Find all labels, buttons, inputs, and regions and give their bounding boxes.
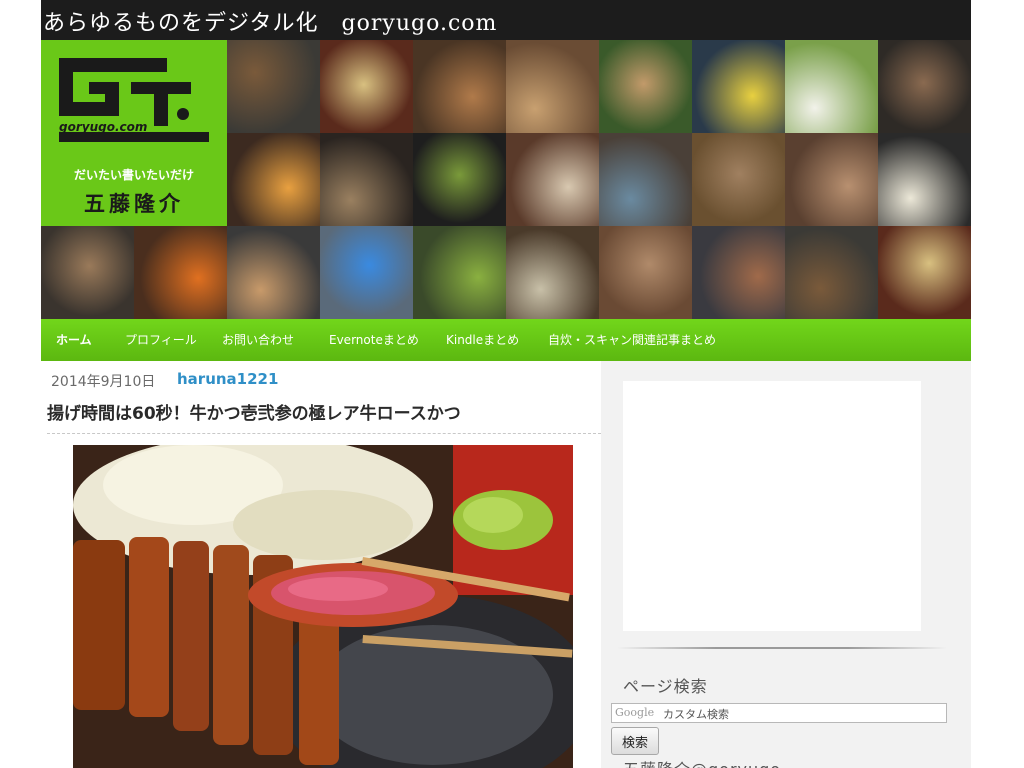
nav-item-scan[interactable]: 自炊・スキャン関連記事まとめ (548, 319, 716, 361)
header-photo-tile (785, 40, 878, 133)
main-navigation: ホーム プロフィール お問い合わせ Evernoteまとめ Kindleまとめ … (41, 319, 971, 362)
header-photo-tile (413, 40, 506, 133)
header-photo-tile (506, 226, 599, 319)
header-photo-tile (320, 40, 413, 133)
search-heading: ページ検索 (623, 677, 708, 696)
logo-author-name: 五藤隆介 (84, 192, 184, 216)
header-photo-tile (227, 226, 320, 319)
main-content: 2014年9月10日 haruna1221 揚げ時間は60秒！牛かつ壱弐参の極レ… (41, 361, 601, 768)
post-author-link[interactable]: haruna1221 (177, 370, 278, 388)
header-photo-tile (878, 40, 971, 133)
page: あらゆるものをデジタル化 goryugo.com goryugo.com だいた… (41, 0, 971, 768)
header-photo-tile (320, 133, 413, 226)
header-photo-tile (320, 226, 413, 319)
nav-item-kindle[interactable]: Kindleまとめ (446, 319, 519, 361)
profile-heading: 五藤隆介@goryugo (623, 756, 781, 768)
header-photo-tile (506, 40, 599, 133)
logo-domain: goryugo.com (59, 120, 148, 134)
header-photo-tile (506, 133, 599, 226)
header-photo-tile (134, 226, 227, 319)
nav-item-contact[interactable]: お問い合わせ (222, 319, 294, 361)
header-photo-tile (599, 40, 692, 133)
header-photo-tile (413, 226, 506, 319)
search-button[interactable]: 検索 (611, 727, 660, 755)
search-input[interactable] (611, 703, 947, 723)
header-photo-tile (227, 133, 320, 226)
header-photo-tile (692, 40, 785, 133)
header-photo-tile (692, 133, 785, 226)
header-photo-tile (599, 226, 692, 319)
logo-tagline: だいたい書いたいだけ (73, 168, 194, 182)
sidebar: ページ検索 Google カスタム検索 検索 五藤隆介@goryugo (601, 361, 971, 768)
site-title-bar: あらゆるものをデジタル化 goryugo.com (41, 0, 971, 40)
site-logo[interactable]: goryugo.com だいたい書いたいだけ 五藤隆介 (41, 40, 227, 226)
header-photo-tile (878, 226, 971, 319)
ad-space (623, 381, 921, 631)
post-date: 2014年9月10日 (51, 374, 156, 390)
nav-item-home[interactable]: ホーム (56, 319, 92, 361)
header-photo-tile (227, 40, 320, 133)
nav-item-profile[interactable]: プロフィール (125, 319, 197, 361)
title-divider (47, 433, 601, 434)
header-photo-tile (599, 133, 692, 226)
header-photo-tile (413, 133, 506, 226)
header-photo-tile (692, 226, 785, 319)
post-image-gyukatsu[interactable] (73, 445, 573, 768)
header-collage: goryugo.com だいたい書いたいだけ 五藤隆介 (41, 40, 971, 319)
sidebar-divider (617, 647, 947, 649)
header-photo-tile (41, 226, 134, 319)
header-photo-tile (785, 133, 878, 226)
nav-item-evernote[interactable]: Evernoteまとめ (329, 319, 419, 361)
header-photo-tile (785, 226, 878, 319)
header-photo-tile (878, 133, 971, 226)
post-title[interactable]: 揚げ時間は60秒！牛かつ壱弐参の極レア牛ロースかつ (47, 399, 461, 424)
site-title[interactable]: あらゆるものをデジタル化 goryugo.com (43, 5, 497, 37)
